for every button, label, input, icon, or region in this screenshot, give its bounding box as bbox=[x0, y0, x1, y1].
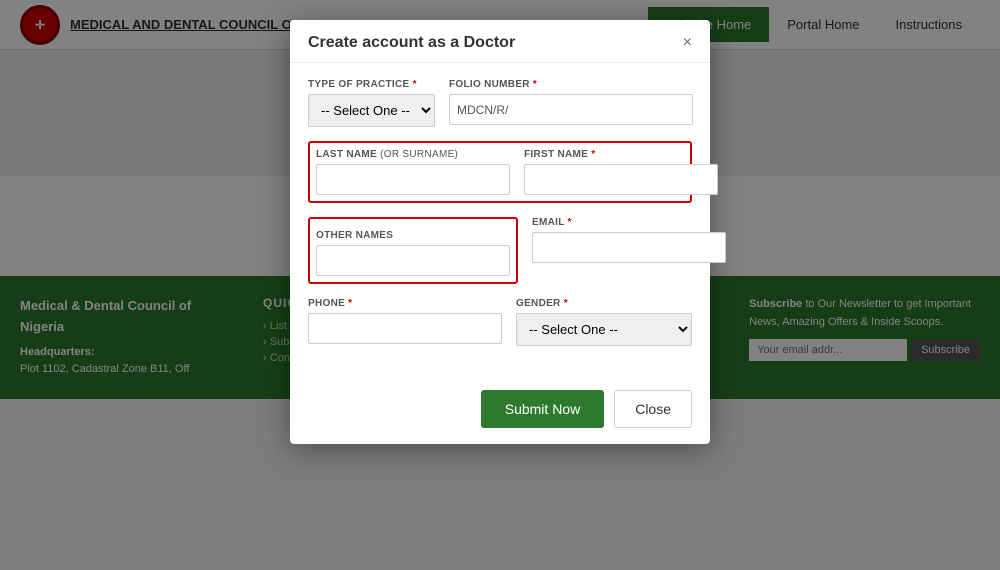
first-name-group: FIRST NAME * bbox=[524, 149, 718, 195]
email-group: EMAIL * bbox=[532, 217, 726, 263]
modal-header: Create account as a Doctor × bbox=[290, 20, 710, 63]
type-of-practice-select[interactable]: -- Select One -- bbox=[308, 94, 435, 127]
modal-close-x-button[interactable]: × bbox=[683, 34, 692, 52]
folio-number-input[interactable] bbox=[449, 94, 693, 125]
last-name-group: LAST NAME (OR SURNAME) bbox=[316, 149, 510, 195]
other-names-label: OTHER NAMES bbox=[316, 230, 393, 241]
other-names-group: OTHER NAMES bbox=[308, 217, 518, 284]
gender-select[interactable]: -- Select One -- bbox=[516, 313, 692, 346]
folio-number-group: FOLIO NUMBER * MDCN/R/ bbox=[449, 79, 693, 127]
form-row-3: OTHER NAMES EMAIL * bbox=[308, 217, 692, 284]
type-of-practice-group: TYPE OF PRACTICE * -- Select One -- bbox=[308, 79, 435, 127]
phone-label: PHONE * bbox=[308, 298, 502, 309]
highlighted-name-section: LAST NAME (OR SURNAME) FIRST NAME * bbox=[308, 141, 692, 203]
other-names-input[interactable] bbox=[316, 245, 510, 276]
form-row-2: LAST NAME (OR SURNAME) FIRST NAME * bbox=[316, 149, 684, 195]
folio-input-wrapper: MDCN/R/ bbox=[449, 94, 693, 125]
gender-group: GENDER * -- Select One -- bbox=[516, 298, 692, 346]
first-name-label: FIRST NAME * bbox=[524, 149, 718, 160]
phone-input[interactable] bbox=[308, 313, 502, 344]
modal-body: TYPE OF PRACTICE * -- Select One -- FOLI… bbox=[290, 63, 710, 380]
close-button[interactable]: Close bbox=[614, 390, 692, 428]
gender-label: GENDER * bbox=[516, 298, 692, 309]
email-label: EMAIL * bbox=[532, 217, 726, 228]
folio-number-label: FOLIO NUMBER * bbox=[449, 79, 693, 90]
form-row-4: PHONE * GENDER * -- Select One -- bbox=[308, 298, 692, 346]
phone-group: PHONE * bbox=[308, 298, 502, 346]
form-row-1: TYPE OF PRACTICE * -- Select One -- FOLI… bbox=[308, 79, 692, 127]
create-account-modal: Create account as a Doctor × TYPE OF PRA… bbox=[290, 20, 710, 444]
first-name-input[interactable] bbox=[524, 164, 718, 195]
last-name-input[interactable] bbox=[316, 164, 510, 195]
type-of-practice-label: TYPE OF PRACTICE * bbox=[308, 79, 435, 90]
email-input[interactable] bbox=[532, 232, 726, 263]
submit-button[interactable]: Submit Now bbox=[481, 390, 604, 428]
other-names-highlighted: OTHER NAMES bbox=[308, 217, 518, 284]
modal-footer: Submit Now Close bbox=[290, 380, 710, 444]
last-name-label: LAST NAME (OR SURNAME) bbox=[316, 149, 510, 160]
modal-title: Create account as a Doctor bbox=[308, 34, 515, 52]
